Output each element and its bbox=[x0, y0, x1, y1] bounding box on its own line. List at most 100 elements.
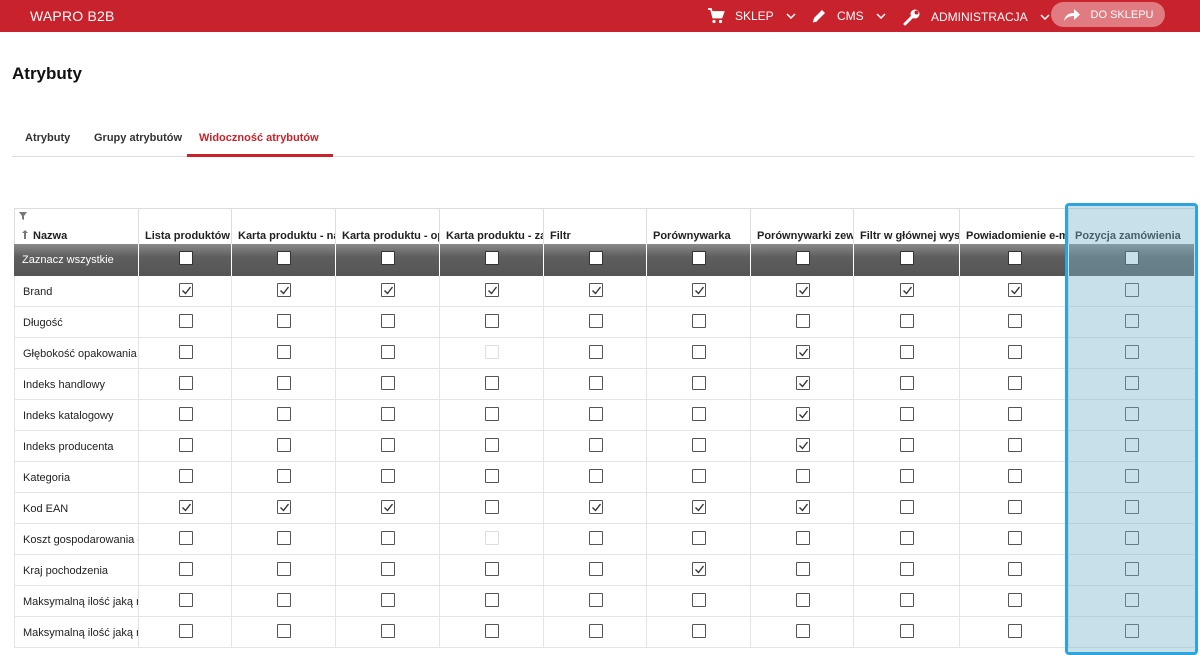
unchecked-checkbox[interactable] bbox=[485, 376, 499, 390]
unchecked-checkbox[interactable] bbox=[485, 624, 499, 638]
checked-checkbox[interactable] bbox=[692, 500, 706, 514]
unchecked-checkbox[interactable] bbox=[179, 314, 193, 328]
unchecked-checkbox[interactable] bbox=[900, 376, 914, 390]
unchecked-checkbox[interactable] bbox=[179, 624, 193, 638]
unchecked-checkbox[interactable] bbox=[1008, 314, 1022, 328]
unchecked-checkbox[interactable] bbox=[692, 593, 706, 607]
unchecked-checkbox[interactable] bbox=[589, 562, 603, 576]
column-header-3[interactable]: Karta produktu - opi: bbox=[335, 209, 439, 245]
column-header-nazwa[interactable]: Nazwa bbox=[14, 209, 138, 245]
unchecked-checkbox[interactable] bbox=[900, 469, 914, 483]
unchecked-checkbox[interactable] bbox=[485, 469, 499, 483]
tab-atrybuty[interactable]: Atrybuty bbox=[25, 132, 70, 144]
unchecked-checkbox[interactable] bbox=[179, 345, 193, 359]
checked-checkbox[interactable] bbox=[796, 283, 810, 297]
unchecked-checkbox[interactable] bbox=[179, 469, 193, 483]
unchecked-checkbox[interactable] bbox=[692, 376, 706, 390]
unchecked-checkbox[interactable] bbox=[1125, 376, 1139, 390]
go-to-shop-button[interactable]: DO SKLEPU bbox=[1051, 2, 1165, 27]
unchecked-checkbox[interactable] bbox=[1125, 469, 1139, 483]
unchecked-checkbox[interactable] bbox=[381, 376, 395, 390]
checked-checkbox[interactable] bbox=[179, 283, 193, 297]
unchecked-checkbox[interactable] bbox=[277, 376, 291, 390]
unchecked-checkbox[interactable] bbox=[1125, 593, 1139, 607]
unchecked-checkbox[interactable] bbox=[692, 314, 706, 328]
unchecked-checkbox[interactable] bbox=[485, 314, 499, 328]
unchecked-checkbox[interactable] bbox=[900, 562, 914, 576]
select-all-checkbox[interactable] bbox=[589, 251, 603, 265]
unchecked-checkbox[interactable] bbox=[1008, 376, 1022, 390]
unchecked-checkbox[interactable] bbox=[692, 407, 706, 421]
unchecked-checkbox[interactable] bbox=[589, 407, 603, 421]
unchecked-checkbox[interactable] bbox=[1125, 500, 1139, 514]
unchecked-checkbox[interactable] bbox=[1008, 624, 1022, 638]
unchecked-checkbox[interactable] bbox=[589, 314, 603, 328]
unchecked-checkbox[interactable] bbox=[277, 624, 291, 638]
column-header-1[interactable]: Lista produktów bbox=[138, 209, 231, 245]
unchecked-checkbox[interactable] bbox=[1125, 562, 1139, 576]
unchecked-checkbox[interactable] bbox=[381, 624, 395, 638]
checked-checkbox[interactable] bbox=[381, 283, 395, 297]
column-header-8[interactable]: Filtr w głównej wysz: bbox=[853, 209, 959, 245]
select-all-checkbox[interactable] bbox=[277, 251, 291, 265]
checked-checkbox[interactable] bbox=[277, 283, 291, 297]
unchecked-checkbox[interactable] bbox=[796, 314, 810, 328]
unchecked-checkbox[interactable] bbox=[900, 624, 914, 638]
select-all-checkbox[interactable] bbox=[179, 251, 193, 265]
unchecked-checkbox[interactable] bbox=[796, 562, 810, 576]
checked-checkbox[interactable] bbox=[692, 562, 706, 576]
checked-checkbox[interactable] bbox=[900, 283, 914, 297]
checked-checkbox[interactable] bbox=[277, 500, 291, 514]
unchecked-checkbox[interactable] bbox=[277, 469, 291, 483]
checked-checkbox[interactable] bbox=[796, 438, 810, 452]
unchecked-checkbox[interactable] bbox=[179, 593, 193, 607]
checked-checkbox[interactable] bbox=[796, 500, 810, 514]
column-header-4[interactable]: Karta produktu - zak bbox=[439, 209, 543, 245]
unchecked-checkbox[interactable] bbox=[796, 531, 810, 545]
unchecked-checkbox[interactable] bbox=[179, 438, 193, 452]
checked-checkbox[interactable] bbox=[1008, 283, 1022, 297]
unchecked-checkbox[interactable] bbox=[796, 593, 810, 607]
checked-checkbox[interactable] bbox=[796, 345, 810, 359]
unchecked-checkbox[interactable] bbox=[277, 407, 291, 421]
unchecked-checkbox[interactable] bbox=[277, 314, 291, 328]
nav-administracja[interactable]: ADMINISTRACJA bbox=[903, 8, 1050, 26]
tab-grupy-atrybutow[interactable]: Grupy atrybutów bbox=[94, 132, 182, 144]
unchecked-checkbox[interactable] bbox=[1008, 345, 1022, 359]
app-brand[interactable]: WAPRO B2B bbox=[30, 8, 115, 24]
unchecked-checkbox[interactable] bbox=[277, 531, 291, 545]
unchecked-checkbox[interactable] bbox=[277, 562, 291, 576]
unchecked-checkbox[interactable] bbox=[381, 407, 395, 421]
unchecked-checkbox[interactable] bbox=[692, 345, 706, 359]
unchecked-checkbox[interactable] bbox=[900, 500, 914, 514]
unchecked-checkbox[interactable] bbox=[1125, 438, 1139, 452]
checked-checkbox[interactable] bbox=[796, 376, 810, 390]
unchecked-checkbox[interactable] bbox=[1008, 438, 1022, 452]
select-all-checkbox[interactable] bbox=[1125, 251, 1139, 265]
unchecked-checkbox[interactable] bbox=[1008, 500, 1022, 514]
unchecked-checkbox[interactable] bbox=[277, 345, 291, 359]
checked-checkbox[interactable] bbox=[589, 283, 603, 297]
checked-checkbox[interactable] bbox=[179, 500, 193, 514]
unchecked-checkbox[interactable] bbox=[179, 562, 193, 576]
unchecked-checkbox[interactable] bbox=[589, 531, 603, 545]
unchecked-checkbox[interactable] bbox=[589, 624, 603, 638]
column-header-10[interactable]: Pozycja zamówienia bbox=[1068, 209, 1194, 245]
column-header-5[interactable]: Filtr bbox=[543, 209, 646, 245]
nav-cms[interactable]: CMS bbox=[811, 8, 886, 24]
unchecked-checkbox[interactable] bbox=[692, 531, 706, 545]
select-all-checkbox[interactable] bbox=[381, 251, 395, 265]
unchecked-checkbox[interactable] bbox=[485, 593, 499, 607]
filter-icon[interactable] bbox=[19, 212, 27, 220]
unchecked-checkbox[interactable] bbox=[485, 407, 499, 421]
unchecked-checkbox[interactable] bbox=[1008, 531, 1022, 545]
unchecked-checkbox[interactable] bbox=[381, 314, 395, 328]
unchecked-checkbox[interactable] bbox=[1125, 283, 1139, 297]
checked-checkbox[interactable] bbox=[589, 500, 603, 514]
unchecked-checkbox[interactable] bbox=[589, 345, 603, 359]
unchecked-checkbox[interactable] bbox=[900, 438, 914, 452]
unchecked-checkbox[interactable] bbox=[900, 593, 914, 607]
checked-checkbox[interactable] bbox=[692, 283, 706, 297]
column-header-7[interactable]: Porównywarki zewnę bbox=[750, 209, 853, 245]
unchecked-checkbox[interactable] bbox=[1008, 469, 1022, 483]
